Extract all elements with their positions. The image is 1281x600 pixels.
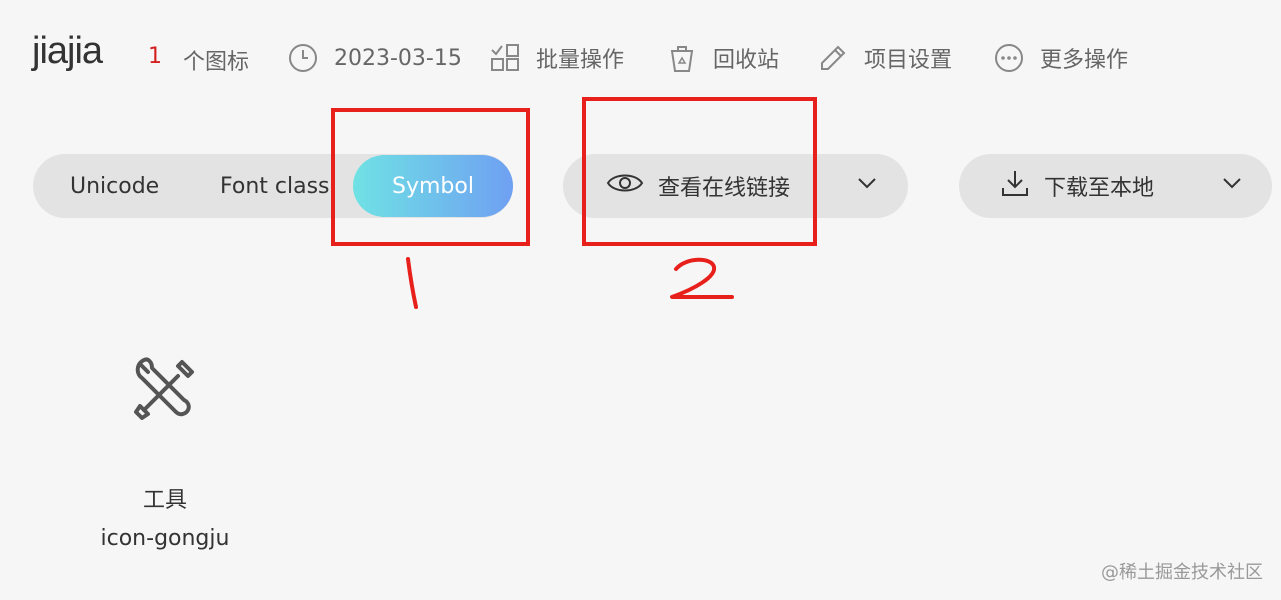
project-settings-action[interactable]: 项目设置 [818,40,952,76]
recycle-bin-action[interactable]: 回收站 [667,40,779,76]
date-text: 2023-03-15 [334,45,462,71]
more-action[interactable]: 更多操作 [994,40,1128,76]
edit-icon [818,43,848,73]
batch-icon [490,43,520,73]
icon-count: 1 [148,44,162,69]
watermark: @稀土掘金技术社区 [1101,562,1263,583]
recycle-bin-icon [667,43,697,73]
annotation-mark-1 [406,257,418,309]
project-title: jiajia [32,30,103,72]
project-settings-label: 项目设置 [864,48,953,73]
tools-icon [130,357,200,428]
annotation-box-1 [331,108,530,246]
tab-unicode[interactable]: Unicode [70,154,159,218]
batch-action[interactable]: 批量操作 [490,40,624,76]
icon-count-unit: 个图标 [183,50,250,75]
clock-icon [288,43,318,73]
recycle-bin-label: 回收站 [713,48,780,73]
annotation-mark-2 [670,257,734,299]
icon-card[interactable] [100,350,230,428]
chevron-down-icon[interactable] [856,172,878,198]
chevron-down-icon[interactable] [1221,172,1243,198]
download-label: 下载至本地 [1044,176,1155,201]
icon-code: icon-gongju [100,526,230,551]
created-date: 2023-03-15 [288,40,462,76]
batch-label: 批量操作 [536,48,625,73]
download-button[interactable]: 下载至本地 [1000,154,1154,218]
download-icon [1000,168,1030,204]
more-label: 更多操作 [1040,48,1129,73]
annotation-box-2 [582,97,817,246]
more-icon [994,43,1024,73]
tab-font-class[interactable]: Font class [220,154,330,218]
icon-name: 工具 [142,488,187,513]
